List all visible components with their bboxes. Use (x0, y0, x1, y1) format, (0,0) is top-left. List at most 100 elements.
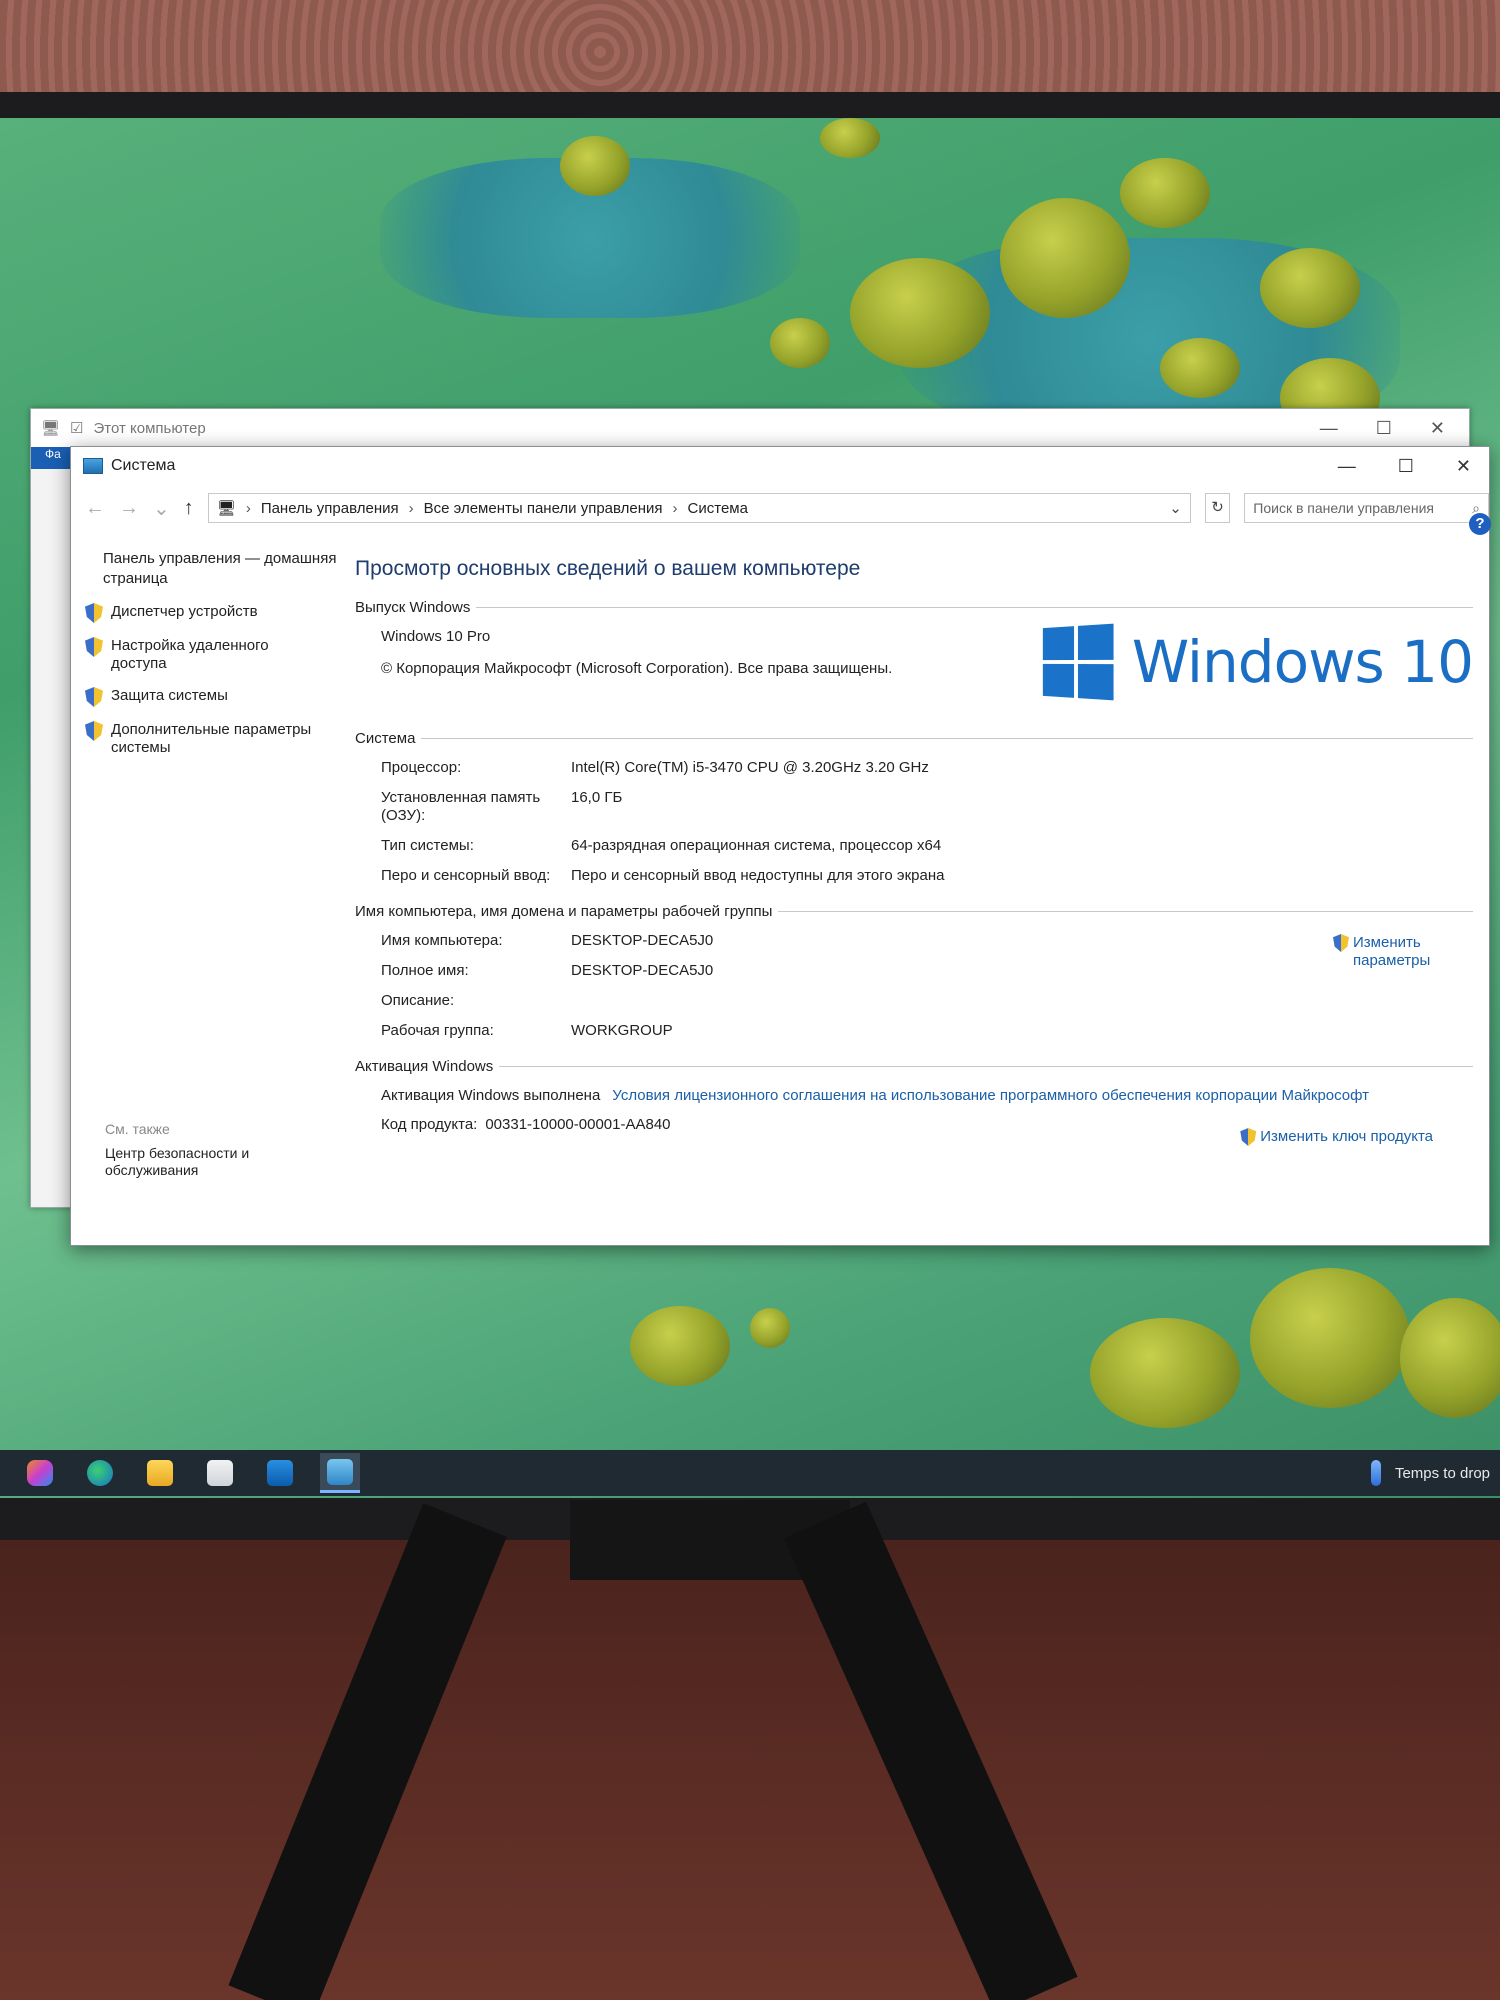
change-settings-link[interactable]: Изменить параметры (1333, 934, 1433, 970)
refresh-icon[interactable]: ↻ (1204, 493, 1231, 523)
activation-status: Активация Windows выполнена (381, 1087, 601, 1104)
description-row: Описание: (355, 992, 1473, 1010)
address-dropdown-chevron-icon[interactable]: ⌄ (1169, 499, 1190, 517)
windows-logo: Windows 10 (1040, 623, 1474, 701)
back-arrow-icon[interactable]: ← (85, 497, 105, 520)
wallpaper-tree (850, 258, 990, 368)
section-divider (421, 738, 1473, 739)
edition-name: Windows 10 Pro (381, 628, 491, 645)
shield-icon (1333, 934, 1349, 952)
chevron-right-icon[interactable]: › (246, 500, 251, 517)
breadcrumb-system[interactable]: Система (688, 500, 748, 517)
sidebar-item-advanced-settings[interactable]: Дополнительные параметры системы (85, 721, 341, 757)
taskbar: Temps to drop (0, 1450, 1500, 1496)
thermometer-icon[interactable] (1370, 1460, 1381, 1486)
window-titlebar[interactable]: Система — ☐ ✕ (71, 447, 1489, 485)
up-arrow-icon[interactable]: ↑ (184, 497, 194, 520)
product-key-value: 00331-10000-00001-AA840 (485, 1116, 671, 1133)
window-body: Панель управления — домашняя страница Ди… (71, 513, 1491, 1247)
weather-text[interactable]: Temps to drop (1395, 1465, 1490, 1482)
system-window[interactable]: Система — ☐ ✕ ← → ⌄ ↑ 🖥 › Панель управле… (70, 446, 1491, 1247)
sidebar-item-label: Дополнительные параметры системы (111, 721, 312, 756)
background-window-titlebar[interactable]: 🖥 ☑ Этот компьютер — ☐ ✕ (31, 409, 1469, 447)
minimize-button[interactable]: — (1338, 456, 1356, 477)
outlook-icon[interactable] (260, 1453, 300, 1493)
description-label: Описание: (381, 992, 455, 1009)
activation-row: Активация Windows выполнена Условия лице… (355, 1087, 1473, 1104)
full-name-value: DESKTOP-DECA5J0 (571, 962, 714, 979)
chevron-right-icon[interactable]: › (409, 500, 414, 517)
change-settings-label: Изменить параметры (1353, 934, 1431, 969)
minimize-button[interactable]: — (1320, 418, 1338, 439)
wallpaper-tree (750, 1308, 790, 1348)
section-title: Система (355, 730, 416, 747)
store-icon[interactable] (200, 1453, 240, 1493)
close-button[interactable]: ✕ (1430, 418, 1445, 439)
computer-icon: 🖥 (216, 500, 236, 517)
breadcrumb-all-items[interactable]: Все элементы панели управления (424, 500, 663, 517)
breadcrumb-control-panel[interactable]: Панель управления (261, 500, 399, 517)
section-title: Активация Windows (355, 1058, 494, 1075)
forward-arrow-icon[interactable]: → (119, 497, 139, 520)
edge-icon[interactable] (80, 1453, 120, 1493)
file-tab[interactable]: Фа (31, 447, 71, 469)
wallpaper-tree (630, 1306, 730, 1386)
section-divider (476, 607, 1473, 608)
sidebar: Панель управления — домашняя страница Ди… (71, 531, 341, 1247)
chevron-right-icon[interactable]: › (673, 500, 678, 517)
computer-icon: 🖥 (41, 420, 61, 437)
wallpaper-tree (1250, 1268, 1410, 1408)
section-title: Выпуск Windows (355, 599, 471, 616)
license-terms-link[interactable]: Условия лицензионного соглашения на испо… (612, 1087, 1369, 1104)
system-type-value: 64-разрядная операционная система, проце… (571, 837, 942, 854)
search-placeholder: Поиск в панели управления (1253, 500, 1434, 516)
shield-icon (85, 687, 103, 707)
address-bar[interactable]: 🖥 › Панель управления › Все элементы пан… (207, 493, 1191, 523)
processor-row: Процессор: Intel(R) Core(TM) i5-3470 CPU… (355, 759, 1473, 777)
copilot-icon[interactable] (20, 1453, 60, 1493)
section-title: Имя компьютера, имя домена и параметры р… (355, 903, 773, 920)
help-icon[interactable]: ? (1469, 513, 1491, 535)
memory-value: 16,0 ГБ (571, 789, 623, 806)
pen-touch-label: Перо и сенсорный ввод: (381, 867, 551, 884)
wallpaper-tree (1400, 1298, 1500, 1418)
section-system: Система (355, 730, 1473, 747)
sidebar-home-link[interactable]: Панель управления — домашняя страница (85, 549, 341, 589)
maximize-button[interactable]: ☐ (1376, 418, 1392, 439)
search-input[interactable]: Поиск в панели управления ⌕ (1244, 493, 1489, 523)
page-title: Просмотр основных сведений о вашем компь… (355, 557, 861, 580)
full-name-label: Полное имя: (381, 962, 469, 979)
wallpaper-tree (1260, 248, 1360, 328)
file-explorer-icon[interactable] (140, 1453, 180, 1493)
control-panel-icon[interactable] (320, 1453, 360, 1493)
change-product-key-label: Изменить ключ продукта (1260, 1128, 1433, 1145)
section-divider (778, 911, 1473, 912)
sidebar-item-system-protection[interactable]: Защита системы (85, 687, 341, 707)
maximize-button[interactable]: ☐ (1398, 456, 1414, 477)
window-controls: — ☐ ✕ (1338, 456, 1489, 477)
see-also-heading: См. также (105, 1121, 170, 1137)
windows-flag-icon (1042, 623, 1114, 701)
shield-icon (85, 637, 103, 657)
sidebar-item-device-manager[interactable]: Диспетчер устройств (85, 603, 341, 623)
computer-name-block: Изменить параметры Имя компьютера: DESKT… (355, 932, 1473, 1040)
pen-touch-value: Перо и сенсорный ввод недоступны для это… (571, 867, 945, 884)
sidebar-item-remote-access[interactable]: Настройка удаленного доступа (85, 637, 341, 673)
shield-icon (1240, 1128, 1257, 1146)
recent-chevron-down-icon[interactable]: ⌄ (153, 496, 170, 521)
wallpaper-tree (1090, 1318, 1240, 1428)
wallpaper-tree (1160, 338, 1240, 398)
navigation-bar: ← → ⌄ ↑ 🖥 › Панель управления › Все элем… (71, 485, 1489, 531)
properties-icon[interactable]: ☑ (70, 419, 83, 437)
change-product-key-link[interactable]: Изменить ключ продукта (1240, 1128, 1433, 1146)
workgroup-row: Рабочая группа: WORKGROUP (355, 1022, 1473, 1040)
product-key-block: Код продукта: 00331-10000-00001-AA840 Из… (355, 1116, 1473, 1146)
system-tray: Temps to drop (1370, 1460, 1500, 1486)
close-button[interactable]: ✕ (1456, 456, 1471, 477)
security-center-link[interactable]: Центр безопасности и обслуживания (105, 1145, 285, 1179)
wallpaper-tree (560, 136, 630, 196)
wallpaper-tree (1120, 158, 1210, 228)
computer-name-label: Имя компьютера: (381, 932, 503, 949)
shield-icon (85, 603, 103, 623)
workgroup-value: WORKGROUP (571, 1022, 673, 1039)
